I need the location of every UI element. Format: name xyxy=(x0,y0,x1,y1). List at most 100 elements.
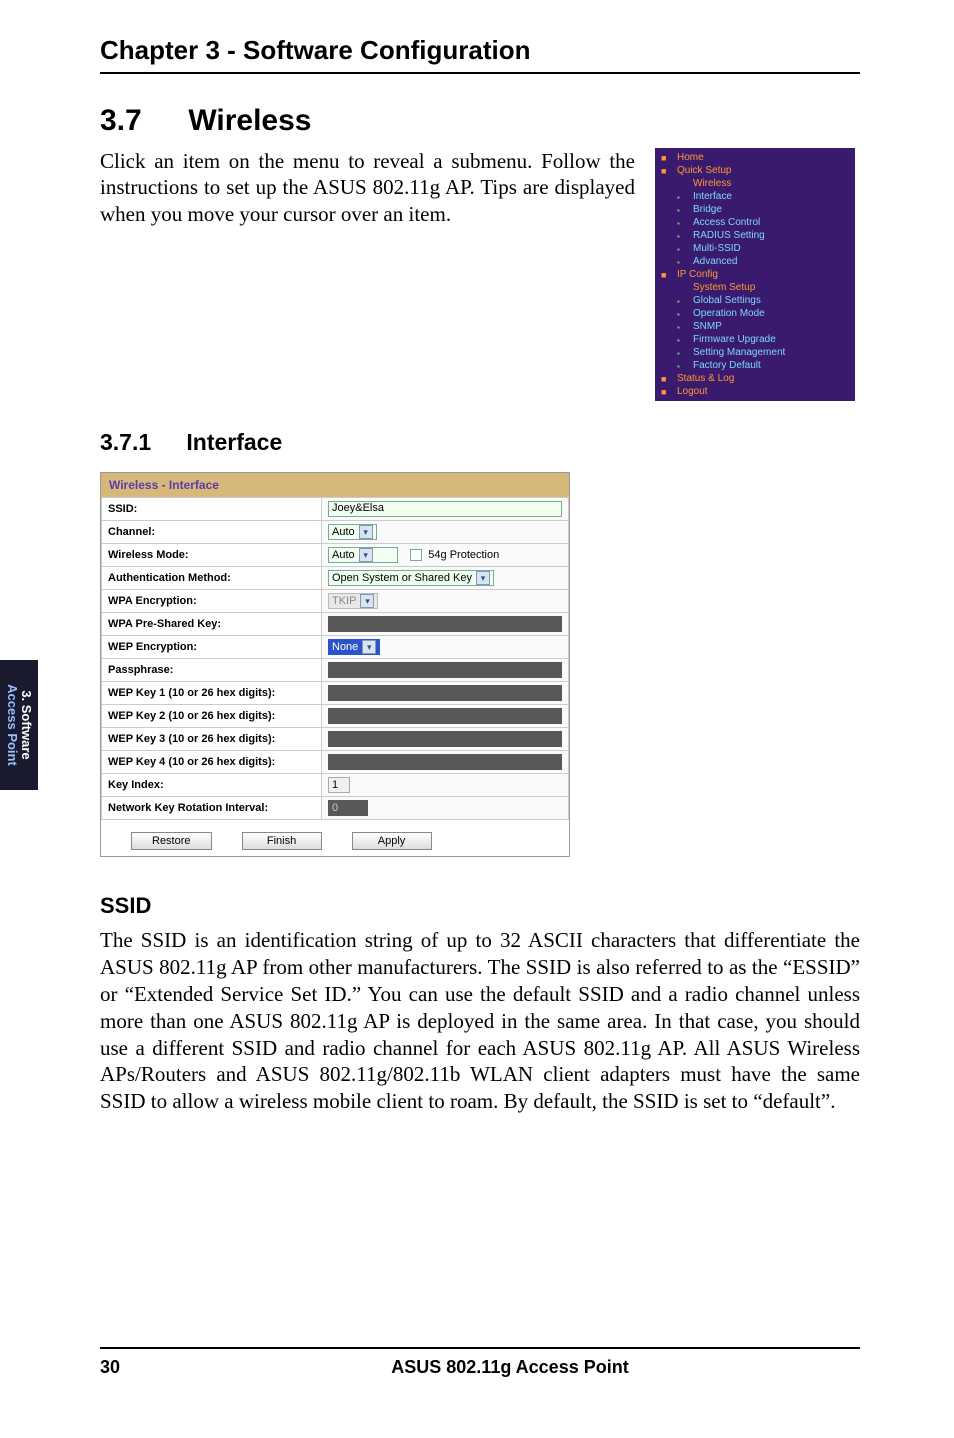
bullet-icon xyxy=(661,166,671,176)
ssid-heading: SSID xyxy=(100,893,860,919)
bullet-icon xyxy=(677,348,687,358)
side-tab: 3. Software Access Point xyxy=(0,660,38,790)
wep4-label: WEP Key 4 (10 or 26 hex digits): xyxy=(102,751,322,774)
nav-item-interface[interactable]: Interface xyxy=(655,190,855,203)
nav-item-ip-config[interactable]: IP Config xyxy=(655,268,855,281)
section-heading: 3.7 Wireless xyxy=(100,104,860,138)
finish-button[interactable]: Finish xyxy=(242,832,322,850)
nav-item-label: Firmware Upgrade xyxy=(693,334,776,345)
bullet-icon xyxy=(677,296,687,306)
wep2-label: WEP Key 2 (10 or 26 hex digits): xyxy=(102,705,322,728)
nav-item-label: Quick Setup xyxy=(677,165,731,176)
bullet-icon xyxy=(661,270,671,280)
nav-item-label: Interface xyxy=(693,191,732,202)
protection-checkbox[interactable] xyxy=(410,549,422,561)
auth-select[interactable]: Open System or Shared Key▾ xyxy=(328,570,494,586)
wpa-psk-input xyxy=(328,616,562,632)
footer-title: ASUS 802.11g Access Point xyxy=(160,1357,860,1378)
nav-item-label: Status & Log xyxy=(677,373,734,384)
nav-item-label: Access Control xyxy=(693,217,760,228)
wep1-input xyxy=(328,685,562,701)
chevron-down-icon: ▾ xyxy=(359,548,373,562)
nav-item-status-log[interactable]: Status & Log xyxy=(655,372,855,385)
passphrase-input xyxy=(328,662,562,678)
nav-item-home[interactable]: Home xyxy=(655,151,855,164)
wpa-psk-label: WPA Pre-Shared Key: xyxy=(102,613,322,636)
subsection-num: 3.7.1 xyxy=(100,429,180,456)
nav-item-quick-setup[interactable]: Quick Setup xyxy=(655,164,855,177)
nav-item-radius-setting[interactable]: RADIUS Setting xyxy=(655,229,855,242)
restore-button[interactable]: Restore xyxy=(131,832,212,850)
chevron-down-icon: ▾ xyxy=(362,640,376,654)
bullet-icon xyxy=(677,309,687,319)
sidetab-line2: Access Point xyxy=(5,684,19,766)
nav-item-label: Home xyxy=(677,152,704,163)
rotation-input: 0 xyxy=(328,800,368,816)
nav-item-label: Operation Mode xyxy=(693,308,765,319)
form-header: Wireless - Interface xyxy=(101,473,569,497)
bullet-icon xyxy=(661,153,671,163)
nav-item-factory-default[interactable]: Factory Default xyxy=(655,359,855,372)
chevron-down-icon: ▾ xyxy=(359,525,373,539)
bullet-icon xyxy=(677,231,687,241)
nav-item-label: SNMP xyxy=(693,321,722,332)
wep3-input xyxy=(328,731,562,747)
bullet-icon xyxy=(677,322,687,332)
bullet-icon xyxy=(661,374,671,384)
nav-item-bridge[interactable]: Bridge xyxy=(655,203,855,216)
channel-select[interactable]: Auto▾ xyxy=(328,524,377,540)
section-title: Wireless xyxy=(188,104,311,137)
nav-item-wireless[interactable]: Wireless xyxy=(655,177,855,190)
subsection-title: Interface xyxy=(186,429,282,455)
nav-item-label: Setting Management xyxy=(693,347,785,358)
apply-button[interactable]: Apply xyxy=(352,832,432,850)
wpa-enc-label: WPA Encryption: xyxy=(102,590,322,613)
bullet-icon xyxy=(677,244,687,254)
nav-item-label: Bridge xyxy=(693,204,722,215)
wep2-input xyxy=(328,708,562,724)
bullet-icon xyxy=(677,283,687,293)
nav-item-logout[interactable]: Logout xyxy=(655,385,855,398)
chevron-down-icon: ▾ xyxy=(476,571,490,585)
nav-item-label: System Setup xyxy=(693,282,755,293)
nav-item-firmware-upgrade[interactable]: Firmware Upgrade xyxy=(655,333,855,346)
ssid-input[interactable]: Joey&Elsa xyxy=(328,501,562,517)
channel-label: Channel: xyxy=(102,521,322,544)
nav-item-system-setup[interactable]: System Setup xyxy=(655,281,855,294)
bullet-icon xyxy=(677,218,687,228)
nav-item-access-control[interactable]: Access Control xyxy=(655,216,855,229)
nav-item-global-settings[interactable]: Global Settings xyxy=(655,294,855,307)
ssid-paragraph: The SSID is an identification string of … xyxy=(100,927,860,1115)
bullet-icon xyxy=(677,205,687,215)
mode-select[interactable]: Auto▾ xyxy=(328,547,398,563)
protection-label: 54g Protection xyxy=(428,549,499,561)
wireless-interface-form: Wireless - Interface SSID: Joey&Elsa Cha… xyxy=(100,472,570,857)
bullet-icon xyxy=(677,361,687,371)
keyidx-input: 1 xyxy=(328,777,350,793)
nav-item-label: Advanced xyxy=(693,256,737,267)
sidetab-line1: 3. Software xyxy=(19,684,33,766)
nav-item-label: RADIUS Setting xyxy=(693,230,765,241)
nav-menu: Home Quick SetupWirelessInterface Bridge Ac… xyxy=(655,148,855,401)
nav-item-multi-ssid[interactable]: Multi-SSID xyxy=(655,242,855,255)
auth-label: Authentication Method: xyxy=(102,567,322,590)
wpa-enc-select: TKIP▾ xyxy=(328,593,378,609)
chapter-title: Chapter 3 - Software Configuration xyxy=(100,35,860,74)
nav-item-operation-mode[interactable]: Operation Mode xyxy=(655,307,855,320)
page-footer: 30 ASUS 802.11g Access Point xyxy=(100,1347,860,1378)
bullet-icon xyxy=(677,335,687,345)
nav-item-setting-management[interactable]: Setting Management xyxy=(655,346,855,359)
nav-item-label: Factory Default xyxy=(693,360,761,371)
section-num: 3.7 xyxy=(100,104,180,138)
mode-label: Wireless Mode: xyxy=(102,544,322,567)
wep-enc-select[interactable]: None▾ xyxy=(328,639,380,655)
bullet-icon xyxy=(677,257,687,267)
wep3-label: WEP Key 3 (10 or 26 hex digits): xyxy=(102,728,322,751)
nav-item-advanced[interactable]: Advanced xyxy=(655,255,855,268)
bullet-icon xyxy=(677,179,687,189)
page-number: 30 xyxy=(100,1357,160,1378)
chevron-down-icon: ▾ xyxy=(360,594,374,608)
nav-item-snmp[interactable]: SNMP xyxy=(655,320,855,333)
intro-paragraph: Click an item on the menu to reveal a su… xyxy=(100,148,635,227)
subsection-heading: 3.7.1 Interface xyxy=(100,429,860,456)
